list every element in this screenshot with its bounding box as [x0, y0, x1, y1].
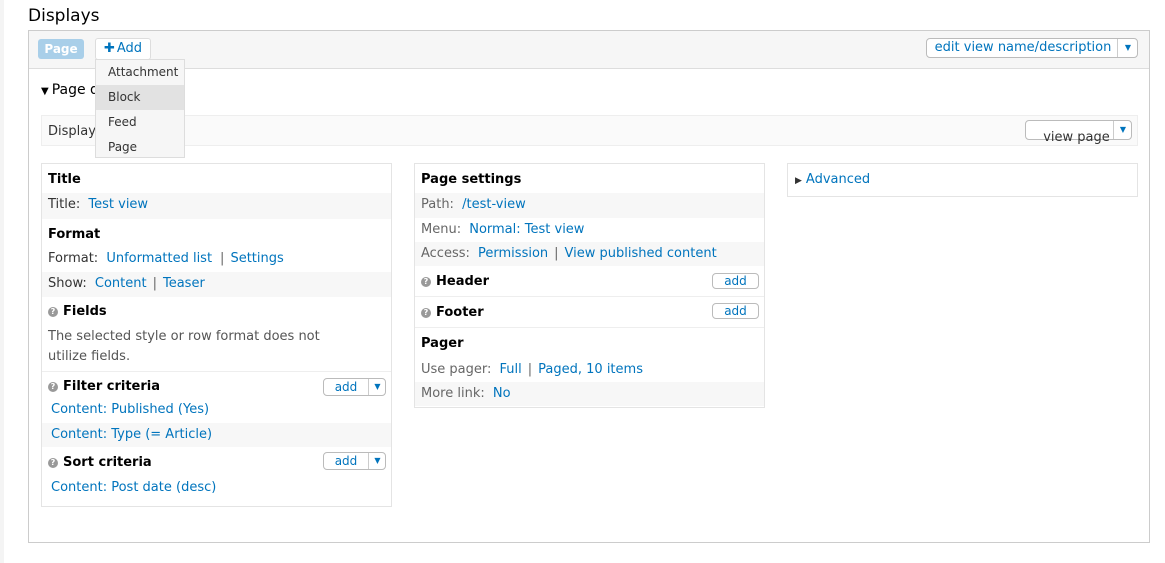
- fields-heading-row: ? Fields: [42, 297, 391, 323]
- advanced-toggle[interactable]: ▶ Advanced: [788, 164, 1137, 196]
- more-link-row: More link: No: [415, 382, 764, 406]
- sort-item-post-date-link[interactable]: Content: Post date (desc): [51, 480, 216, 495]
- header-add-button[interactable]: add: [712, 273, 759, 289]
- footer-heading-row: ? Footer add: [415, 297, 764, 328]
- format-value-link[interactable]: Unformatted list: [106, 251, 212, 266]
- access-view-published-link[interactable]: View published content: [565, 246, 717, 261]
- format-row: Format: Unformatted list | Settings: [48, 251, 284, 266]
- triangle-right-icon: ▶: [795, 176, 802, 186]
- header-heading: Header: [436, 274, 490, 289]
- chevron-down-icon[interactable]: ▼: [369, 453, 386, 469]
- filter-add-button[interactable]: add ▼: [323, 378, 386, 396]
- add-display-button[interactable]: ✚ Add: [95, 38, 151, 60]
- title-heading: Title: [48, 172, 81, 187]
- right-column: ▶ Advanced: [787, 163, 1138, 197]
- access-permission-link[interactable]: Permission: [478, 246, 548, 261]
- help-icon[interactable]: ?: [48, 458, 58, 468]
- more-link-label: More link:: [421, 386, 485, 401]
- access-row: Access: Permission | View published conten…: [415, 242, 764, 266]
- show-teaser-link[interactable]: Teaser: [163, 276, 205, 291]
- sort-add-label: add: [334, 454, 358, 468]
- display-section-toggle[interactable]: ▼ Page d: [41, 82, 99, 98]
- edit-view-name-label: edit view name/description: [934, 40, 1112, 55]
- middle-column: Page settings Path: /test-view Menu: Nor…: [414, 163, 765, 408]
- show-label: Show:: [48, 276, 87, 291]
- format-heading: Format: [48, 227, 101, 242]
- pager-paged-link[interactable]: Paged, 10 items: [538, 362, 643, 377]
- view-page-button[interactable]: view page ▼: [1025, 120, 1132, 145]
- chevron-down-icon[interactable]: ▼: [369, 379, 386, 395]
- pager-row: Use pager: Full | Paged, 10 items: [421, 362, 643, 377]
- filter-heading: Filter criteria: [63, 379, 161, 394]
- display-name-label: Display: [48, 124, 96, 139]
- path-value-link[interactable]: /test-view: [462, 197, 526, 212]
- sort-item: Content: Post date (desc): [42, 475, 391, 499]
- menu-item-page[interactable]: Page: [96, 135, 184, 160]
- chevron-down-icon[interactable]: ▼: [1114, 121, 1132, 139]
- title-value-link[interactable]: Test view: [88, 197, 148, 212]
- menu-item-attachment[interactable]: Attachment: [96, 60, 184, 85]
- show-row: Show: Content | Teaser: [42, 272, 391, 297]
- path-row: Path: /test-view: [415, 193, 764, 218]
- chevron-down-icon[interactable]: ▼: [1119, 39, 1137, 57]
- menu-item-feed[interactable]: Feed: [96, 110, 184, 135]
- format-settings-link[interactable]: Settings: [230, 251, 283, 266]
- display-name-bar: Display view page ▼: [41, 115, 1138, 146]
- help-icon[interactable]: ?: [48, 382, 58, 392]
- header-heading-row: ? Header add: [415, 266, 764, 297]
- page-settings-heading: Page settings: [421, 172, 522, 187]
- add-display-label: Add: [116, 41, 143, 56]
- filter-item: Content: Type (= Article): [42, 423, 391, 447]
- fields-heading: Fields: [63, 304, 107, 319]
- access-label: Access:: [421, 246, 470, 261]
- display-tab-bar: Page ✚ Add Attachment Block Feed Page edi…: [29, 31, 1149, 158]
- pager-label: Use pager:: [421, 362, 492, 377]
- edit-view-name-button[interactable]: edit view name/description ▼: [926, 38, 1138, 58]
- pager-heading: Pager: [421, 336, 464, 351]
- sort-add-button[interactable]: add ▼: [323, 452, 386, 470]
- page-title: Displays: [28, 6, 100, 26]
- menu-label: Menu:: [421, 222, 462, 237]
- left-edge: [0, 0, 4, 563]
- footer-add-button[interactable]: add: [712, 303, 759, 319]
- filter-add-label: add: [334, 380, 358, 394]
- sort-heading: Sort criteria: [63, 455, 152, 470]
- menu-row: Menu: Normal: Test view: [415, 218, 764, 242]
- triangle-down-icon: ▼: [41, 86, 49, 97]
- filter-item: Content: Published (Yes): [42, 398, 391, 423]
- left-column: Title Title: Test view Format Format: Un…: [41, 163, 392, 507]
- view-page-label: view page: [1043, 130, 1110, 145]
- plus-icon: ✚: [103, 41, 115, 56]
- filter-item-published-link[interactable]: Content: Published (Yes): [51, 402, 209, 417]
- show-value-link[interactable]: Content: [95, 276, 147, 291]
- filter-item-type-link[interactable]: Content: Type (= Article): [51, 427, 212, 442]
- help-icon[interactable]: ?: [421, 277, 431, 287]
- filter-heading-row: ? Filter criteria add ▼: [42, 371, 391, 398]
- title-row: Title: Test view: [42, 193, 391, 219]
- section-title: Page d: [51, 82, 99, 98]
- add-display-menu: Attachment Block Feed Page: [95, 59, 185, 158]
- menu-value-link[interactable]: Normal: Test view: [469, 222, 584, 237]
- advanced-link[interactable]: Advanced: [806, 172, 870, 187]
- format-label: Format:: [48, 251, 99, 266]
- path-label: Path:: [421, 197, 454, 212]
- fields-text: The selected style or row format does no…: [48, 329, 320, 364]
- pager-full-link[interactable]: Full: [500, 362, 522, 377]
- help-icon[interactable]: ?: [48, 307, 58, 317]
- title-label: Title:: [48, 197, 81, 212]
- sort-heading-row: ? Sort criteria add ▼: [42, 447, 391, 475]
- help-icon[interactable]: ?: [421, 308, 431, 318]
- tab-page[interactable]: Page: [38, 39, 84, 59]
- menu-item-block[interactable]: Block: [96, 85, 184, 110]
- footer-heading: Footer: [436, 305, 484, 320]
- more-link-value-link[interactable]: No: [493, 386, 511, 401]
